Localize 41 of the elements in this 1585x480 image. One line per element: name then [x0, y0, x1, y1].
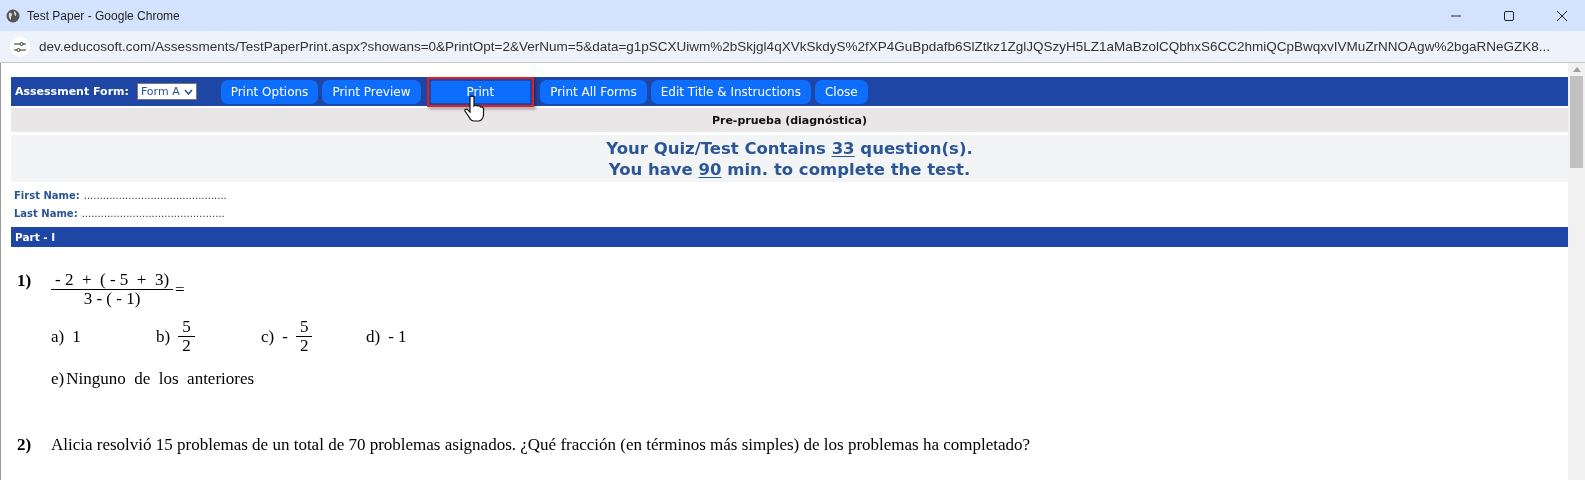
caret-icon	[183, 88, 193, 95]
close-icon	[1557, 10, 1567, 21]
form-select[interactable]: Form A	[136, 83, 197, 100]
fill-in-line: .............................................	[83, 189, 227, 202]
section-header: Part - I	[11, 227, 1568, 247]
hand-cursor-icon	[462, 94, 487, 123]
question-fraction: - 2 + ( - 5 + 3) 3 - ( - 1)	[51, 271, 174, 308]
banner-text: You have 90 min. to complete the test.	[608, 159, 971, 180]
site-settings-icon[interactable]	[10, 36, 30, 57]
option-text: - 1	[388, 326, 407, 347]
toolbar-button[interactable]: Close	[814, 79, 868, 104]
question-number: 1)	[17, 271, 33, 292]
question-number: 2)	[17, 435, 33, 455]
globe-icon	[6, 8, 20, 23]
option-text: Ninguno de los anteriores	[66, 369, 255, 389]
option-text: 1	[72, 326, 81, 347]
field-label: First Name:	[14, 189, 80, 202]
question-text: Alicia resolvió 15 problemas de un total de 70 problemas asignados. ¿Qué fracción (en términos más simples) de los problemas ha completado?	[51, 435, 1031, 455]
form-label: Assessment Form:	[15, 85, 129, 98]
fill-in-line: .............................................	[81, 207, 225, 220]
banner-text: Your Quiz/Test Contains 33 question(s).	[606, 138, 973, 159]
toolbar-button[interactable]: Edit Title & Instructions	[650, 79, 811, 104]
option-fraction: 5 2	[295, 318, 313, 355]
option-letter: e)	[51, 369, 65, 389]
field-label: Last Name:	[14, 207, 78, 220]
maximize-icon	[1504, 10, 1514, 21]
equals-sign: =	[175, 279, 185, 300]
option-letter: c)	[261, 326, 275, 347]
toolbar-button[interactable]: Print Preview	[322, 79, 421, 104]
toolbar-button[interactable]: Print Options	[220, 79, 319, 104]
scrollbar-track[interactable]	[1568, 63, 1585, 480]
option-letter: d)	[366, 326, 381, 347]
window-title: Test Paper - Google Chrome	[27, 8, 181, 23]
option-letter: a)	[51, 326, 65, 347]
test-subtitle: Pre-prueba (diagnóstica)	[11, 108, 1568, 132]
option-letter: b)	[156, 326, 171, 347]
scroll-up-icon[interactable]	[1572, 67, 1581, 72]
option-fraction: 5 2	[178, 318, 195, 355]
toolbar-button[interactable]: Print All Forms	[540, 79, 647, 104]
scrollbar-thumb[interactable]	[1570, 76, 1583, 168]
minus-sign: -	[282, 326, 288, 347]
